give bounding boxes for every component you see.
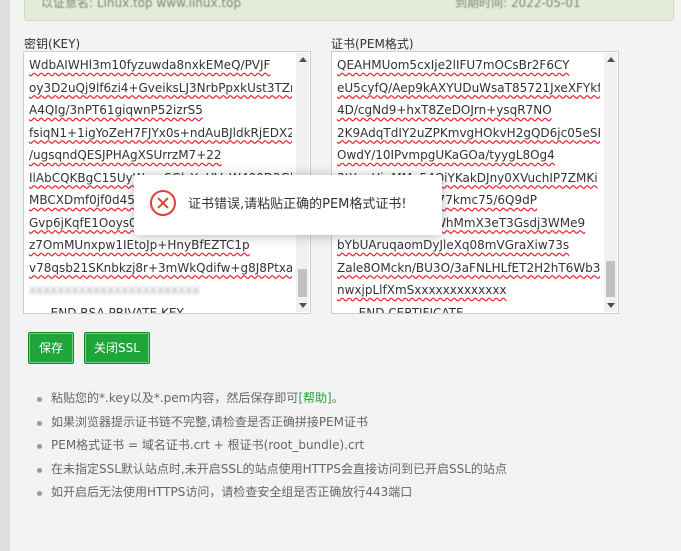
note-suffix: 。 <box>331 391 344 405</box>
help-notes-list: 粘贴您的*.key以及*.pem内容，然后保存即可[帮助]。 如果浏览器提示证书… <box>35 387 675 505</box>
note-item: 如开启后无法使用HTTPS访问，请检查安全组是否正确放行443端口 <box>35 481 675 505</box>
note-item: 粘贴您的*.key以及*.pem内容，然后保存即可[帮助]。 <box>35 387 675 411</box>
note-text: 如果浏览器提示证书链不完整,请检查是否正确拼接PEM证书 <box>51 414 368 429</box>
key-line: /ugsqndQESJPHAgXSUrrzM7+22 <box>29 148 222 162</box>
scroll-down-arrow-icon[interactable] <box>607 303 615 308</box>
cert-line: eU5cyfQ/Aep9kAXYUDuWsaT85721JxeXFYkf <box>337 80 600 95</box>
save-button[interactable]: 保存 <box>28 332 74 364</box>
close-ssl-button[interactable]: 关闭SSL <box>84 332 150 364</box>
cert-line: 4D/cgNd9+hxT8ZeDOJrn+ysqR7NO <box>337 103 552 117</box>
cert-line: QEAHMUom5cxIje2lIFU7mOCsBr2F6CY <box>337 58 570 72</box>
note-text: 如开启后无法使用HTTPS访问，请检查安全组是否正确放行443端口 <box>51 485 413 500</box>
note-item: 在未指定SSL默认站点时,未开启SSL的站点使用HTTPS会直接访问到已开启SS… <box>35 458 675 482</box>
cert-field-label: 证书(PEM格式) <box>331 37 414 51</box>
note-item: PEM格式证书 = 域名证书.crt + 根证书(root_bundle).cr… <box>35 434 675 458</box>
help-link[interactable]: [帮助] <box>298 391 331 405</box>
key-line: fsiqN1+1igYoZeH7FJYx0s+ndAuBJldkRjEDX2 <box>29 125 292 140</box>
cert-line: 2K9AdqTdIY2uZPKmvgHOkvH2gQD6jc05eSP <box>337 125 600 140</box>
note-text: 在未指定SSL默认站点时,未开启SSL的站点使用HTTPS会直接访问到已开启SS… <box>51 461 507 476</box>
scroll-down-arrow-icon[interactable] <box>299 303 307 308</box>
key-line: v78qsb21SKnbkzj8r+3mWkQdifw+g8J8Ptxa <box>29 260 292 275</box>
note-item: 如果浏览器提示证书链不完整,请检查是否正确拼接PEM证书 <box>35 411 675 435</box>
note-text: PEM格式证书 = 域名证书.crt + 根证书(root_bundle).cr… <box>51 438 365 453</box>
key-scroll-thumb[interactable] <box>298 269 307 297</box>
key-field-label: 密钥(KEY) <box>24 37 81 51</box>
ssl-settings-panel: 以证意名: Linux.top www.linux.top 到期时间: 2022… <box>10 0 681 551</box>
cert-line: bYbUAruqaomDyJleXq08mVGraXiw73s <box>337 238 570 252</box>
page-backdrop-strip <box>0 0 10 551</box>
cert-scroll-thumb[interactable] <box>606 261 615 297</box>
key-line: A4QIg/3nPT61giqwnP52izrS5 <box>29 103 203 117</box>
note-text: 粘贴您的*.key以及*.pem内容，然后保存即可 <box>51 391 299 405</box>
key-line: z7OmMUnxpw1IEtoJp+HnyBfEZTC1p <box>29 238 250 252</box>
key-line-redacted: xxxxxxxxxxxxxxxxxxxxxxxx <box>29 283 200 297</box>
key-line: -----END RSA PRIVATE KEY----- <box>29 305 205 314</box>
cert-line: OwdY/10IPvmpgUKaGOa/tyygL8Og4 <box>337 148 555 162</box>
error-toast-message: 证书错误,请粘贴正确的PEM格式证书! <box>188 197 407 212</box>
key-line: WdbAIWHl3m10fyzuwda8nxkEMeQ/PVJF <box>29 58 271 72</box>
cert-line: Zale8OMckn/BU3O/3aFNLHLfET2H2hT6Wb3 <box>337 260 600 275</box>
cert-line: -----END CERTIFICATE----- <box>337 305 486 314</box>
cert-scrollbar[interactable] <box>604 53 617 312</box>
key-line: oy3D2uQj9lf6zi4+GveiksLJ3NrbPpxkUst3TZn <box>29 80 292 95</box>
error-toast: 证书错误,请粘贴正确的PEM格式证书! <box>134 175 442 235</box>
scroll-up-arrow-icon[interactable] <box>299 57 307 62</box>
banner-right-text: 到期时间: 2022-05-01 <box>455 0 581 10</box>
scroll-up-arrow-icon[interactable] <box>607 57 615 62</box>
banner-left-text: 以证意名: Linux.top www.linux.top <box>41 0 242 10</box>
error-circle-x-icon <box>150 190 176 216</box>
certificate-info-banner: 以证意名: Linux.top www.linux.top 到期时间: 2022… <box>24 0 674 21</box>
cert-line: nwxjpLlfXmSxxxxxxxxxxxxx <box>337 283 507 297</box>
